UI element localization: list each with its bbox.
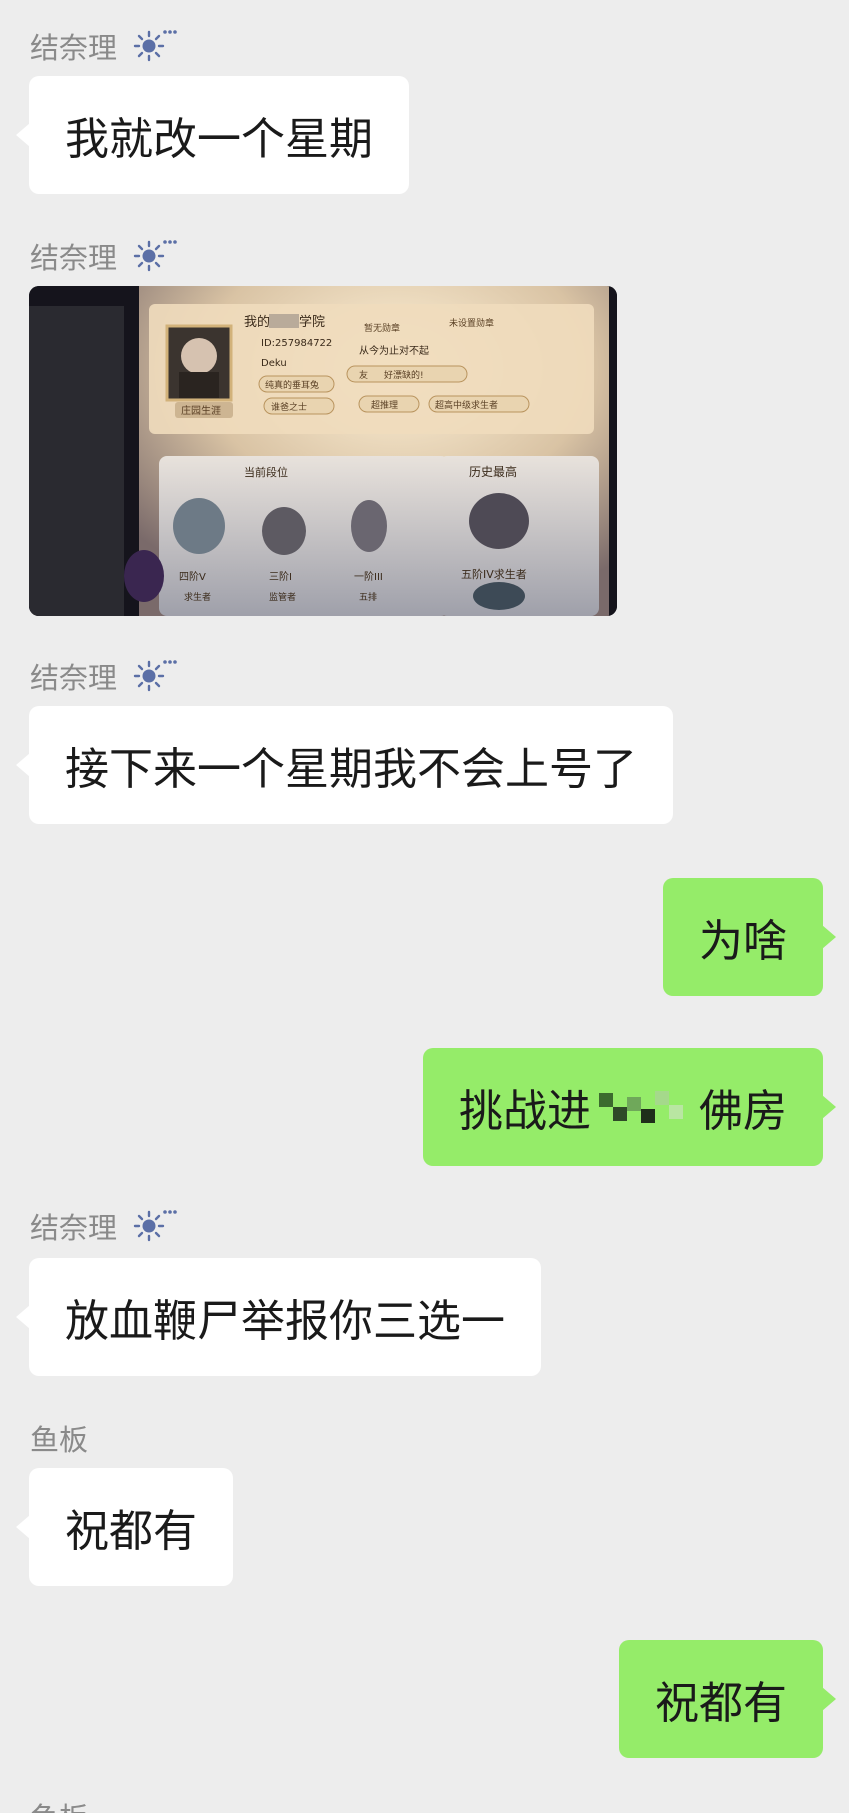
svg-text:五排: 五排: [359, 591, 377, 603]
svg-text:Deku: Deku: [261, 358, 287, 369]
sender-header: 结奈理: [30, 1206, 177, 1246]
svg-text:好漂缺的!: 好漂缺的!: [384, 369, 424, 381]
svg-text:求生者: 求生者: [184, 591, 211, 603]
svg-text:五阶IV求生者: 五阶IV求生者: [461, 567, 527, 581]
svg-text:庄园生涯: 庄园生涯: [181, 404, 221, 417]
sun-status-icon: [133, 660, 177, 692]
sun-status-icon: [133, 1210, 177, 1242]
message-text-after: 佛房: [699, 1086, 787, 1137]
message-text: 祝都有: [65, 1506, 197, 1557]
svg-text:未设置勋章: 未设置勋章: [449, 317, 494, 329]
svg-text:谁爸之士: 谁爸之士: [271, 401, 307, 413]
svg-text:从今为止对不起: 从今为止对不起: [359, 344, 429, 357]
message-bubble[interactable]: 祝都有: [619, 1640, 836, 1758]
message-text: 我就改一个星期: [65, 114, 373, 165]
svg-text:暂无勋章: 暂无勋章: [364, 322, 400, 334]
message-bubble[interactable]: 放血鞭尸举报你三选一: [16, 1258, 541, 1376]
svg-text:监管者: 监管者: [269, 591, 296, 603]
svg-text:当前段位: 当前段位: [244, 465, 288, 479]
sender-name: 鱼板: [30, 1423, 89, 1457]
message-bubble[interactable]: 为啥: [663, 878, 836, 996]
svg-text:纯真的垂耳兔: 纯真的垂耳兔: [265, 379, 319, 391]
sender-name: 结奈理: [30, 1211, 118, 1245]
chat-view: 结奈理 我就改一个星期 结奈理 庄园生涯 我的 学院 ID:257984722 …: [0, 0, 849, 1813]
sender-header: 结奈理: [30, 236, 177, 276]
pixelated-censor: [595, 1087, 695, 1127]
svg-text:学院: 学院: [299, 314, 325, 330]
message-text: 接下来一个星期我不会上号了: [65, 744, 637, 795]
svg-text:友: 友: [359, 369, 368, 381]
svg-text:超高中级求生者: 超高中级求生者: [435, 399, 498, 411]
sun-status-icon: [133, 240, 177, 272]
sender-name: 结奈理: [30, 241, 118, 275]
svg-text:我的: 我的: [244, 314, 270, 330]
svg-text:ID:257984722: ID:257984722: [261, 338, 332, 349]
sender-header: 结奈理: [30, 656, 177, 696]
game-profile-photo: 庄园生涯 我的 学院 ID:257984722 Deku 纯真的垂耳兔 谁爸之士…: [29, 286, 617, 616]
svg-text:三阶I: 三阶I: [269, 570, 292, 583]
message-text-before: 挑战进: [459, 1086, 591, 1137]
sender-header: 鱼板: [30, 1418, 88, 1458]
svg-text:四阶V: 四阶V: [179, 570, 206, 583]
message-bubble[interactable]: 接下来一个星期我不会上号了: [16, 706, 673, 824]
message-text: 祝都有: [655, 1678, 787, 1729]
message-bubble[interactable]: 我就改一个星期: [16, 76, 409, 194]
sender-name: 结奈理: [30, 31, 118, 65]
sender-header: 结奈理: [30, 26, 177, 66]
svg-text:历史最高: 历史最高: [469, 464, 517, 479]
message-bubble[interactable]: 祝都有: [16, 1468, 233, 1586]
message-text: 为啥: [699, 916, 787, 967]
sender-name: 鱼板: [30, 1795, 88, 1813]
sun-status-icon: [133, 30, 177, 62]
sender-header: 鱼板: [30, 1796, 88, 1813]
message-text: 放血鞭尸举报你三选一: [65, 1296, 505, 1347]
sender-name: 结奈理: [30, 661, 118, 695]
svg-text:一阶III: 一阶III: [354, 570, 383, 583]
svg-text:超推理: 超推理: [371, 399, 398, 411]
message-bubble[interactable]: 挑战进 佛房: [423, 1048, 836, 1166]
image-message[interactable]: 庄园生涯 我的 学院 ID:257984722 Deku 纯真的垂耳兔 谁爸之士…: [29, 286, 617, 616]
